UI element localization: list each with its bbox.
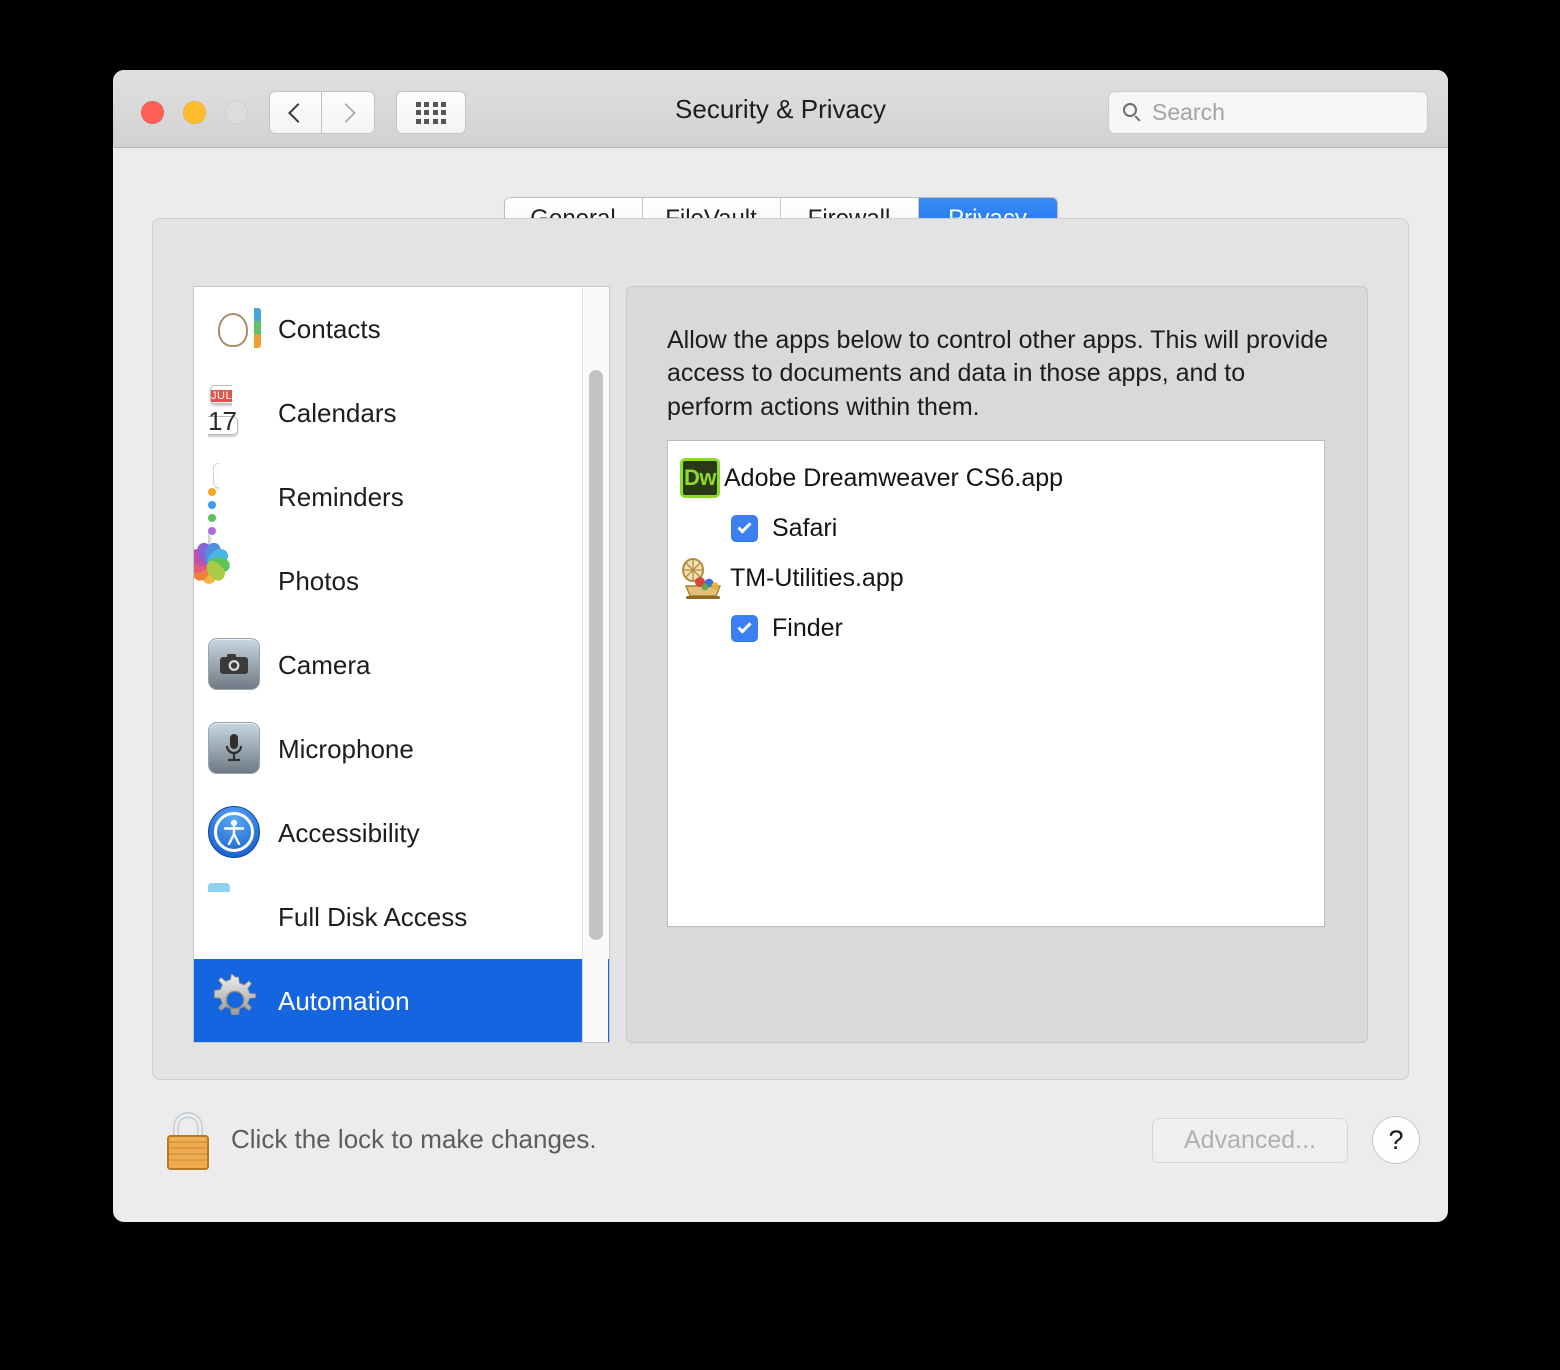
calendar-day: 17 (208, 406, 237, 436)
sidebar-item-label: Photos (278, 565, 359, 596)
advanced-button: Advanced... (1152, 1118, 1348, 1163)
lock-closed-icon[interactable] (162, 1110, 214, 1174)
calendar-icon: JUL 17 (208, 385, 262, 440)
list-item-app[interactable]: TM-Utilities.app (668, 553, 1324, 603)
app-name: Adobe Dreamweaver CS6.app (724, 463, 1064, 492)
help-button[interactable]: ? (1372, 1116, 1420, 1164)
sidebar-item-label: Calendars (278, 397, 397, 428)
gear-icon (208, 972, 262, 1028)
sidebar-item-automation[interactable]: Automation (194, 959, 609, 1042)
sidebar-item-microphone[interactable]: Microphone (194, 707, 609, 791)
search-placeholder: Search (1152, 99, 1225, 125)
window-titlebar: Security & Privacy Search (113, 70, 1448, 148)
photos-icon (194, 540, 262, 608)
list-item-app[interactable]: Dw Adobe Dreamweaver CS6.app (668, 453, 1324, 503)
camera-glyph (220, 654, 248, 674)
privacy-category-list[interactable]: Contacts JUL 17 Calendars Reminders Phot… (193, 286, 610, 1043)
child-app-name: Finder (772, 613, 843, 642)
contacts-icon (208, 302, 262, 356)
sidebar-item-label: Camera (278, 649, 371, 680)
search-field[interactable]: Search (1108, 91, 1428, 134)
folder-icon (208, 890, 262, 944)
tm-utilities-glyph (682, 558, 722, 599)
system-preferences-window: Security & Privacy Search General FileVa… (113, 70, 1448, 1222)
dreamweaver-icon: Dw (680, 458, 720, 498)
sidebar-item-label: Reminders (278, 481, 404, 512)
lock-glyph (167, 1112, 209, 1170)
calendar-month: JUL (211, 390, 233, 402)
sidebar-scrollbar-track[interactable] (582, 288, 608, 1042)
tm-utilities-icon (680, 556, 726, 600)
search-icon (1123, 103, 1142, 122)
sidebar-scrollbar-thumb[interactable] (589, 370, 603, 940)
sidebar-item-label: Accessibility (278, 817, 420, 848)
sidebar-item-label: Contacts (278, 313, 381, 344)
child-app-name: Safari (772, 513, 838, 542)
reminders-icon (208, 463, 262, 558)
list-item-child[interactable]: Finder (668, 603, 1324, 653)
automation-content-pane: Allow the apps below to control other ap… (626, 286, 1368, 1043)
lock-hint-text: Click the lock to make changes. (231, 1124, 597, 1154)
sidebar-item-calendars[interactable]: JUL 17 Calendars (194, 371, 609, 455)
sidebar-item-photos[interactable]: Photos (194, 539, 609, 623)
app-name: TM-Utilities.app (730, 563, 904, 592)
window-footer: Click the lock to make changes. Advanced… (113, 1080, 1448, 1222)
sidebar-item-label: Microphone (278, 733, 414, 764)
list-item-child[interactable]: Safari (668, 503, 1324, 553)
sidebar-item-label: Automation (278, 985, 410, 1016)
microphone-icon (208, 722, 262, 776)
finder-checkbox[interactable] (731, 614, 758, 642)
sidebar-item-full-disk-access[interactable]: Full Disk Access (194, 875, 609, 959)
sidebar-item-contacts[interactable]: Contacts (194, 287, 609, 371)
sidebar-item-reminders[interactable]: Reminders (194, 455, 609, 558)
safari-checkbox[interactable] (731, 514, 758, 542)
automation-description: Allow the apps below to control other ap… (667, 326, 1328, 421)
privacy-panel: Contacts JUL 17 Calendars Reminders Phot… (152, 218, 1409, 1080)
gear-glyph (214, 972, 256, 1015)
sidebar-item-camera[interactable]: Camera (194, 623, 609, 707)
microphone-glyph (225, 734, 243, 762)
sidebar-item-accessibility[interactable]: Accessibility (194, 791, 609, 875)
automation-app-list[interactable]: Dw Adobe Dreamweaver CS6.app Safari TM-U… (667, 440, 1325, 927)
camera-icon (208, 638, 262, 692)
accessibility-person-glyph (223, 819, 245, 845)
sidebar-item-label: Full Disk Access (278, 901, 468, 932)
accessibility-icon (208, 806, 262, 860)
